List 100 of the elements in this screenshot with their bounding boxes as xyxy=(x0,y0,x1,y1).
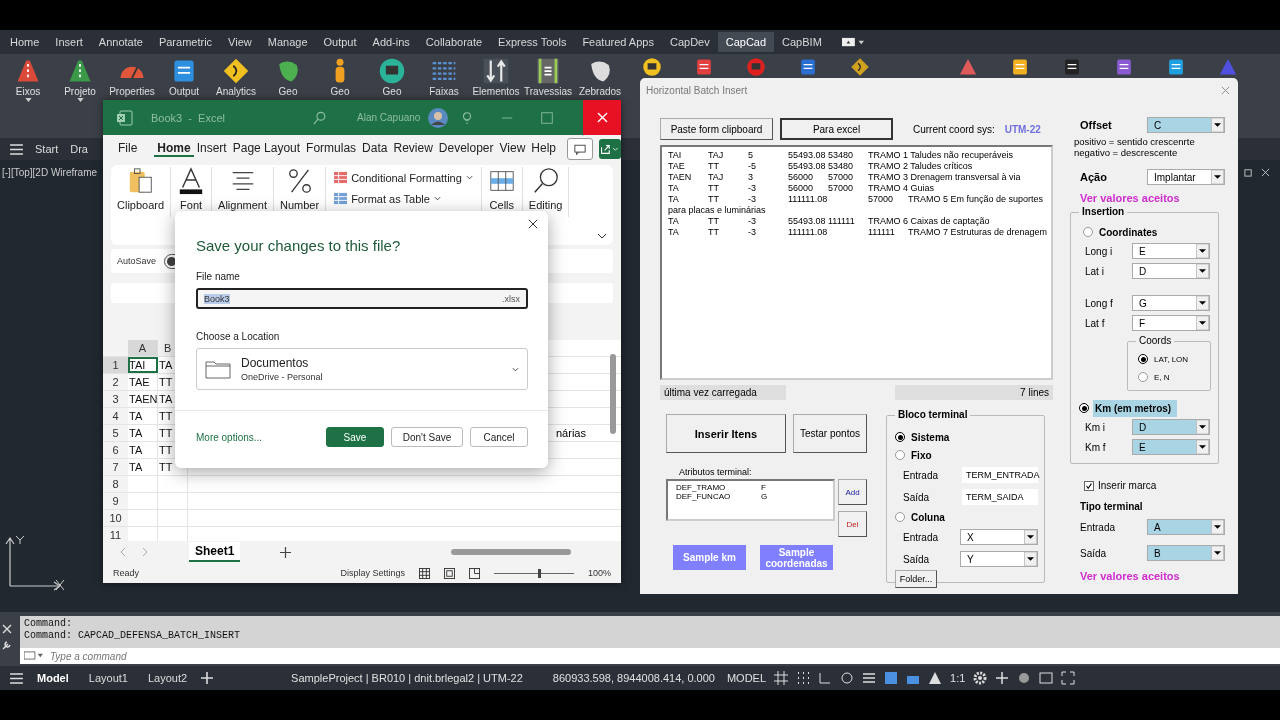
tool-label[interactable]: Properties xyxy=(109,86,155,97)
row-header[interactable]: 1 xyxy=(103,357,128,373)
row-header[interactable]: 11 xyxy=(103,527,128,541)
dropdown[interactable]: F xyxy=(1132,315,1210,331)
monitor-icon[interactable] xyxy=(378,57,406,85)
folder-button[interactable]: Folder... xyxy=(895,570,937,588)
sheet-tab[interactable]: Sheet1 xyxy=(189,542,241,562)
export-button[interactable]: Para excel xyxy=(780,118,893,140)
menu-icon[interactable] xyxy=(10,672,23,684)
ribbon-tab[interactable]: CapCad xyxy=(717,32,775,52)
isolate-icon[interactable] xyxy=(1017,671,1032,685)
tool-label[interactable]: Zebrados xyxy=(578,86,622,97)
menu-tab[interactable]: Page Layout xyxy=(229,141,304,157)
radio-button[interactable] xyxy=(1138,354,1148,364)
radio-label[interactable]: Km (em metros) xyxy=(1093,399,1178,417)
accepted-values-link[interactable]: Ver valores aceitos xyxy=(1080,570,1225,582)
ribbon-tab[interactable]: Home xyxy=(2,32,48,52)
radio-button[interactable] xyxy=(895,450,905,460)
list-item[interactable]: DEF_FUNCAO xyxy=(676,492,761,501)
row-header[interactable]: 9 xyxy=(103,493,128,509)
caret-icon[interactable] xyxy=(76,98,84,102)
radio-button[interactable] xyxy=(1083,227,1093,237)
radio-label[interactable]: Coordinates xyxy=(1097,225,1160,239)
grid-icon[interactable] xyxy=(774,671,789,685)
polar-icon[interactable] xyxy=(840,671,855,685)
display-settings-button[interactable]: Display Settings xyxy=(340,568,405,578)
radio-label[interactable]: E, N xyxy=(1152,371,1172,383)
dropdown[interactable]: G xyxy=(1132,295,1210,311)
row-header[interactable]: 2 xyxy=(103,374,128,390)
scrollbar-thumb[interactable] xyxy=(451,549,571,555)
radio-button[interactable] xyxy=(895,512,905,522)
radio-label[interactable]: Sistema xyxy=(909,430,952,444)
ribbon-tab[interactable]: Parametric xyxy=(150,32,221,52)
row-header[interactable]: 6 xyxy=(103,442,128,458)
ribbon-tab[interactable]: View xyxy=(220,32,260,52)
ribbon-command[interactable]: Conditional Formatting xyxy=(334,171,473,184)
tool-label[interactable]: Elementos xyxy=(472,86,520,97)
layout-tab[interactable]: Layout1 xyxy=(82,672,134,684)
dialog-button[interactable]: Save xyxy=(326,427,384,447)
text-field[interactable]: TERM_SAIDA xyxy=(962,489,1038,505)
clipboard-group[interactable]: Clipboard xyxy=(111,167,172,217)
dropdown[interactable]: Y xyxy=(960,551,1038,567)
menu-tab[interactable]: Help xyxy=(528,141,559,157)
ribbon-tab[interactable]: Annotate xyxy=(90,32,151,52)
caret-icon[interactable] xyxy=(24,98,32,102)
dropdown[interactable]: D xyxy=(1132,263,1210,279)
add-icon[interactable] xyxy=(201,672,214,684)
menu-tab[interactable]: View xyxy=(496,141,529,157)
menu-icon[interactable] xyxy=(10,143,23,155)
text-area[interactable] xyxy=(660,145,1053,380)
ribbon-tab[interactable]: Express Tools xyxy=(490,32,575,52)
dropdown[interactable]: A xyxy=(1147,519,1225,535)
delete-button[interactable]: Del xyxy=(838,511,867,537)
close-icon[interactable] xyxy=(528,219,538,229)
menu-tab[interactable]: Review xyxy=(390,141,436,157)
ortho-icon[interactable] xyxy=(818,671,833,685)
ribbon-tab[interactable]: Output xyxy=(315,32,365,52)
tool-label[interactable]: Analytics xyxy=(216,86,256,97)
space-toggle[interactable]: MODEL xyxy=(726,672,767,684)
menu-tab[interactable]: Insert xyxy=(193,141,230,157)
ribbon-command[interactable]: Format as Table xyxy=(334,192,473,205)
restore-icon[interactable] xyxy=(1244,168,1253,177)
row-header[interactable]: 3 xyxy=(103,391,128,407)
layout-tab[interactable]: Model xyxy=(31,672,75,684)
tool-label[interactable]: Projeto xyxy=(64,86,96,97)
arrows-icon[interactable] xyxy=(482,57,510,85)
dropdown[interactable]: C xyxy=(1147,117,1225,133)
lineweight-icon[interactable] xyxy=(862,671,877,685)
radio-button[interactable] xyxy=(895,432,905,442)
column-header[interactable]: A xyxy=(128,340,158,356)
menu-tab[interactable]: File xyxy=(115,141,141,157)
tool-label[interactable]: Output xyxy=(169,86,199,97)
list-item[interactable]: DEF_TRAMO xyxy=(676,483,761,492)
command-input[interactable]: Type a command xyxy=(20,648,1280,664)
test-button[interactable]: Testar pontos xyxy=(793,414,867,453)
add-button[interactable]: Add xyxy=(838,479,867,505)
row-header[interactable]: 7 xyxy=(103,459,128,475)
collapse-icon[interactable] xyxy=(597,231,607,241)
dropdown[interactable]: Implantar xyxy=(1147,169,1225,185)
radio-label[interactable]: Fixo xyxy=(909,448,934,462)
row-header[interactable]: 5 xyxy=(103,425,128,441)
tool-label[interactable]: Travessias xyxy=(524,86,572,97)
dropdown[interactable]: E xyxy=(1132,439,1210,455)
ribbon-tab[interactable]: Add-ins xyxy=(364,32,418,52)
checkbox[interactable]: Inserir marca xyxy=(1084,480,1225,491)
avatar-icon[interactable] xyxy=(428,107,449,128)
share-button[interactable] xyxy=(598,139,621,159)
ribbon-tab[interactable]: Insert xyxy=(47,32,91,52)
ribbon-tab[interactable]: Collaborate xyxy=(417,32,491,52)
add-sheet-icon[interactable] xyxy=(280,546,292,558)
document-tab[interactable]: Dra xyxy=(70,143,88,155)
scale-readout[interactable]: 1:1 xyxy=(950,672,966,684)
radio-label[interactable]: Coluna xyxy=(909,510,947,524)
radio-button[interactable] xyxy=(1079,403,1089,413)
tool-label[interactable]: Geo xyxy=(278,86,298,97)
tool-label[interactable]: Faixas xyxy=(429,86,459,97)
row-header[interactable]: 10 xyxy=(103,510,128,526)
radio-label[interactable]: LAT, LON xyxy=(1152,353,1191,365)
add-icon[interactable] xyxy=(995,671,1010,685)
menu-tab[interactable]: Formulas xyxy=(303,141,360,157)
